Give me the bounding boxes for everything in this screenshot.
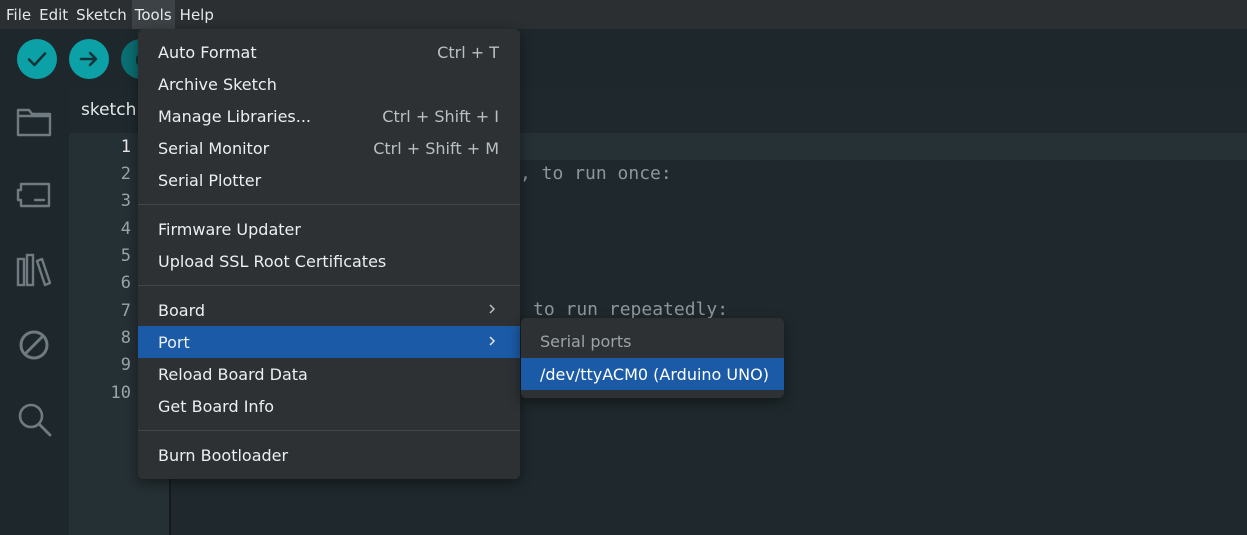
chevron-right-icon bbox=[489, 304, 496, 314]
menu-file[interactable]: File bbox=[3, 0, 34, 29]
line-number: 10 bbox=[110, 383, 131, 403]
tools-menu: Auto Format Ctrl + T Archive Sketch Mana… bbox=[138, 29, 520, 479]
library-manager-button[interactable] bbox=[14, 250, 54, 290]
menu-item-label: Firmware Updater bbox=[158, 219, 301, 239]
menu-item-archive-sketch[interactable]: Archive Sketch bbox=[138, 68, 520, 100]
line-number: 2 bbox=[120, 164, 131, 184]
search-button[interactable] bbox=[14, 399, 54, 439]
port-option[interactable]: /dev/ttyACM0 (Arduino UNO) bbox=[521, 358, 784, 390]
menu-separator bbox=[138, 430, 520, 431]
check-icon bbox=[27, 52, 47, 67]
menu-item-board[interactable]: Board bbox=[138, 294, 520, 326]
menu-item-get-board-info[interactable]: Get Board Info bbox=[138, 390, 520, 422]
menu-item-label: Port bbox=[158, 332, 190, 352]
search-icon bbox=[18, 403, 52, 437]
port-option-label: /dev/ttyACM0 (Arduino UNO) bbox=[540, 364, 769, 384]
library-icon bbox=[16, 253, 52, 287]
sketch-tab[interactable]: sketch bbox=[81, 100, 136, 120]
verify-button[interactable] bbox=[17, 39, 57, 79]
menu-item-label: Manage Libraries... bbox=[158, 106, 311, 126]
menu-bar: File Edit Sketch Tools Help bbox=[0, 0, 1247, 29]
menu-item-manage-libraries[interactable]: Manage Libraries... Ctrl + Shift + I bbox=[138, 100, 520, 132]
line-number: 4 bbox=[120, 219, 131, 239]
menu-item-shortcut: Ctrl + Shift + M bbox=[373, 138, 499, 158]
port-submenu: Serial ports /dev/ttyACM0 (Arduino UNO) bbox=[521, 318, 784, 398]
serial-ports-header: Serial ports bbox=[540, 332, 632, 351]
menu-separator bbox=[138, 204, 520, 205]
menu-item-port[interactable]: Port bbox=[138, 326, 520, 358]
menu-item-auto-format[interactable]: Auto Format Ctrl + T bbox=[138, 36, 520, 68]
line-number: 5 bbox=[120, 246, 131, 266]
menu-item-label: Burn Bootloader bbox=[158, 445, 289, 465]
sketchbook-button[interactable] bbox=[14, 101, 54, 141]
menu-item-upload-ssl[interactable]: Upload SSL Root Certificates bbox=[138, 245, 520, 277]
folder-icon bbox=[16, 108, 52, 137]
menu-item-label: Auto Format bbox=[158, 42, 257, 62]
menu-item-label: Serial Monitor bbox=[158, 138, 270, 158]
menu-tools[interactable]: Tools bbox=[131, 0, 175, 29]
menu-separator bbox=[138, 285, 520, 286]
boards-manager-button[interactable] bbox=[14, 175, 54, 215]
line-number: 9 bbox=[120, 355, 131, 375]
menu-sketch[interactable]: Sketch bbox=[73, 0, 130, 29]
code-line-2[interactable]: , to run once: bbox=[520, 163, 672, 184]
menu-item-firmware-updater[interactable]: Firmware Updater bbox=[138, 213, 520, 245]
board-icon bbox=[16, 182, 51, 208]
menu-item-label: Get Board Info bbox=[158, 396, 274, 416]
menu-item-shortcut: Ctrl + Shift + I bbox=[382, 106, 499, 126]
line-number: 3 bbox=[120, 191, 131, 211]
chevron-right-icon bbox=[489, 336, 496, 346]
menu-help[interactable]: Help bbox=[177, 0, 217, 29]
line-number: 8 bbox=[120, 328, 131, 348]
menu-edit[interactable]: Edit bbox=[36, 0, 71, 29]
code-line-7[interactable]: to run repeatedly: bbox=[533, 299, 728, 320]
menu-item-label: Serial Plotter bbox=[158, 170, 262, 190]
sidebar bbox=[0, 89, 69, 535]
line-number: 7 bbox=[120, 301, 131, 321]
line-number: 1 bbox=[120, 137, 131, 157]
menu-item-label: Upload SSL Root Certificates bbox=[158, 251, 387, 271]
line-number: 6 bbox=[120, 273, 131, 293]
menu-item-serial-monitor[interactable]: Serial Monitor Ctrl + Shift + M bbox=[138, 132, 520, 164]
menu-item-serial-plotter[interactable]: Serial Plotter bbox=[138, 164, 520, 196]
menu-item-burn-bootloader[interactable]: Burn Bootloader bbox=[138, 439, 520, 471]
menu-item-shortcut: Ctrl + T bbox=[437, 42, 499, 62]
menu-item-reload-board-data[interactable]: Reload Board Data bbox=[138, 358, 520, 390]
menu-item-label: Archive Sketch bbox=[158, 74, 277, 94]
arrow-right-icon bbox=[79, 51, 98, 67]
debug-panel-button[interactable] bbox=[14, 325, 54, 365]
block-icon bbox=[19, 330, 49, 360]
menu-item-label: Board bbox=[158, 300, 206, 320]
upload-button[interactable] bbox=[69, 39, 109, 79]
menu-item-label: Reload Board Data bbox=[158, 364, 308, 384]
